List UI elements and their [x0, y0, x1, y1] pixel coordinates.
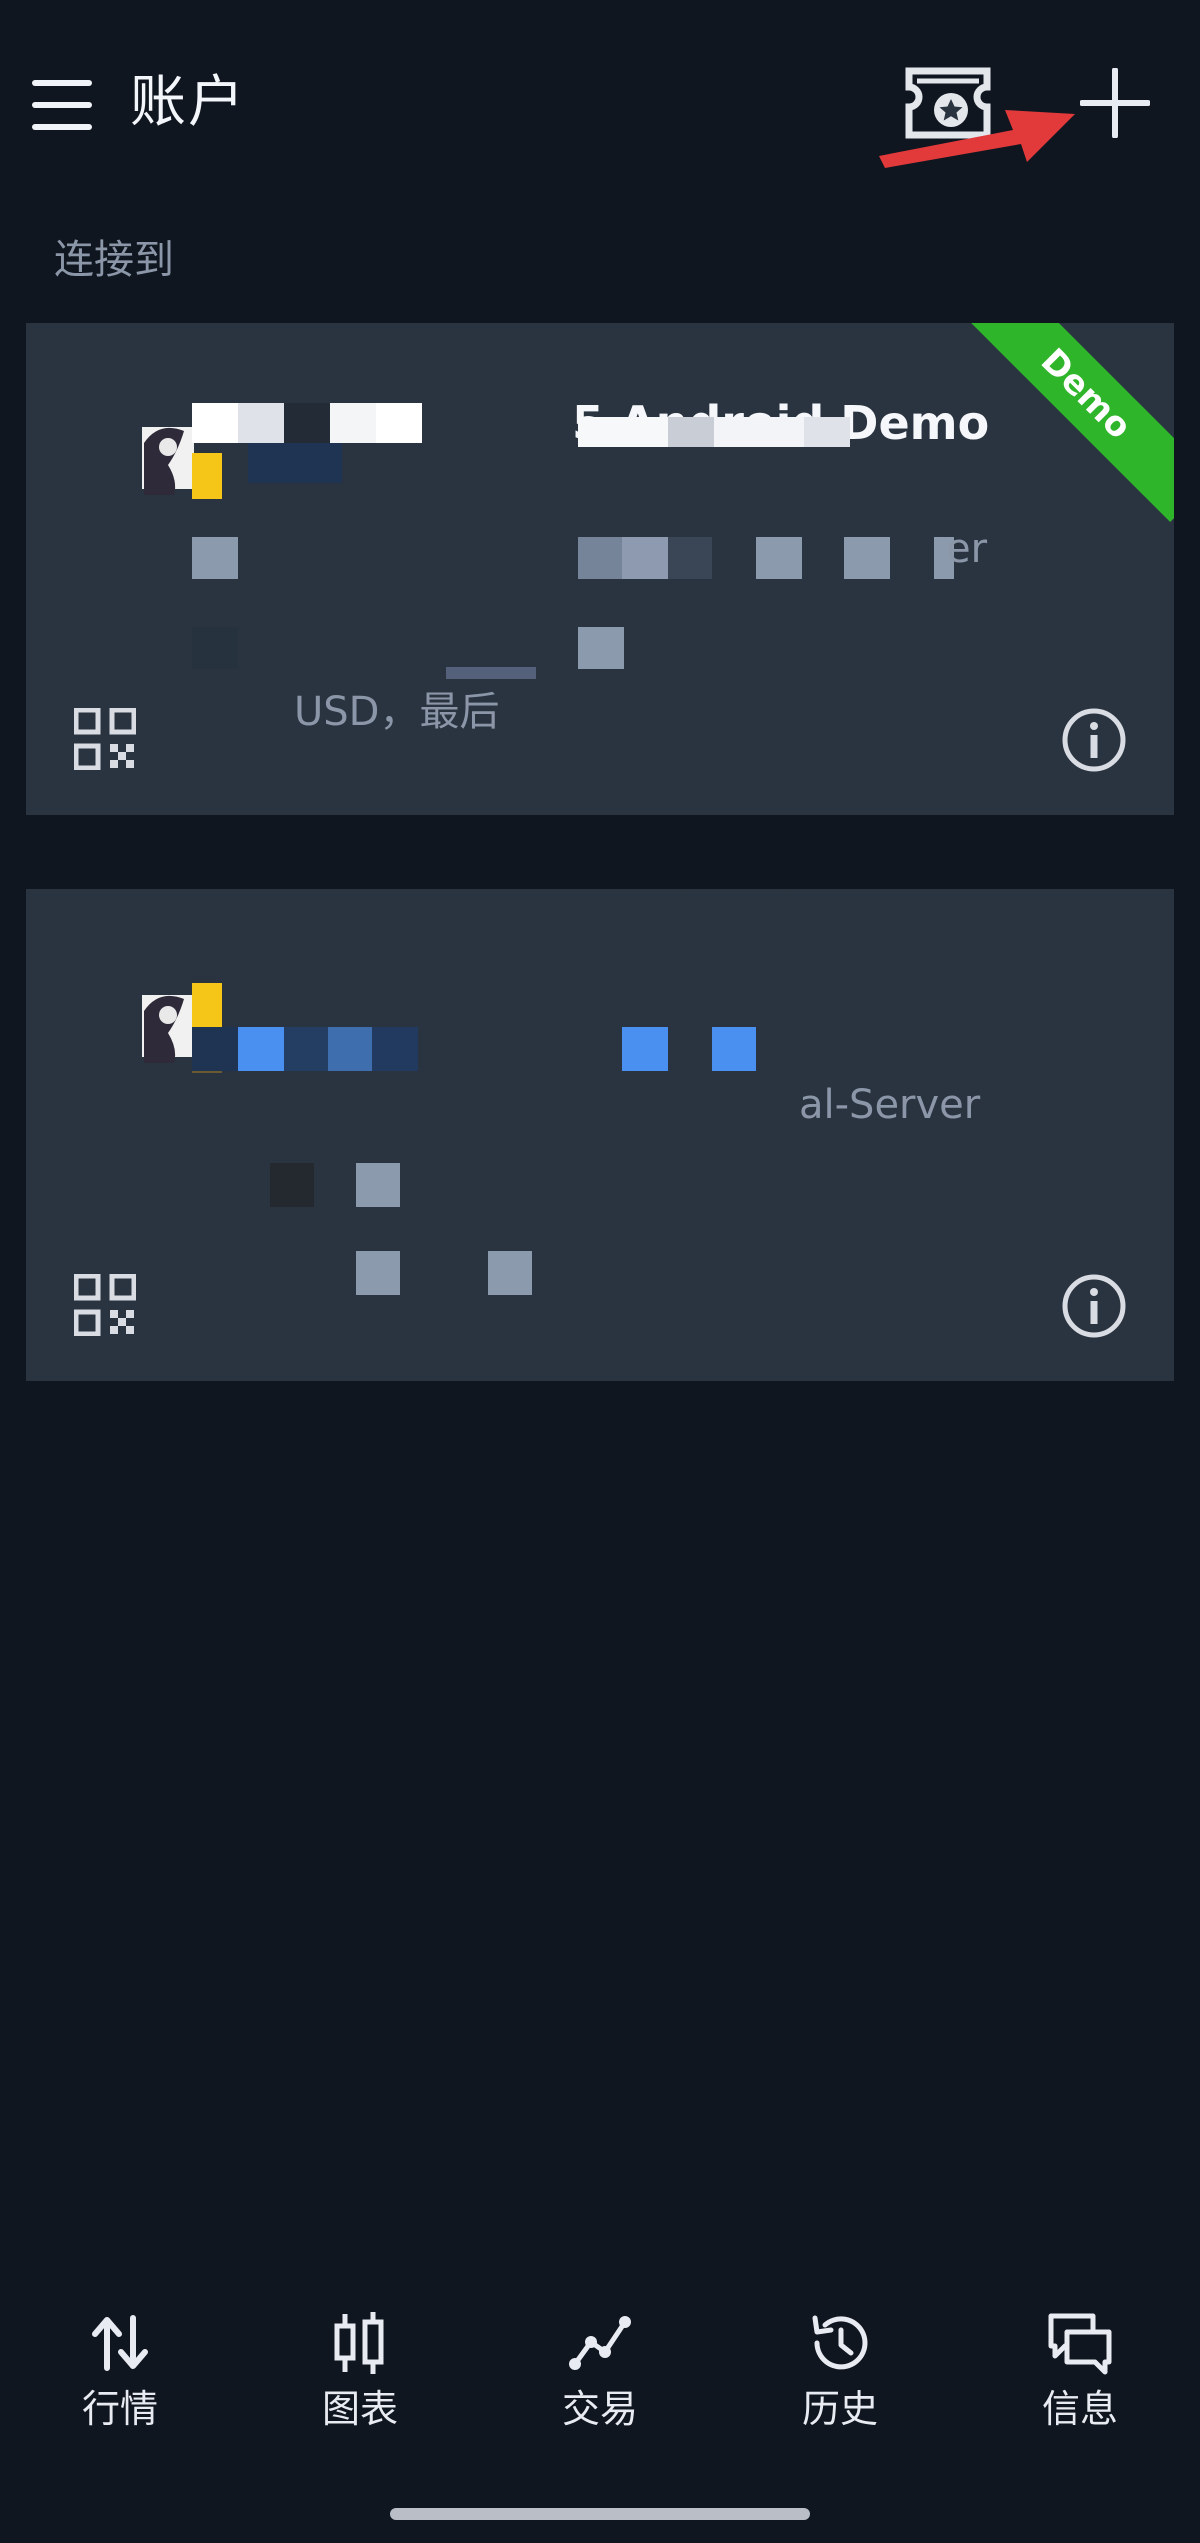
home-indicator[interactable]: [390, 2508, 810, 2520]
nav-trade[interactable]: 交易: [510, 2310, 690, 2470]
nav-label: 历史: [801, 2387, 878, 2431]
nav-quotes[interactable]: 行情: [30, 2310, 210, 2470]
redacted-block: [238, 1027, 284, 1071]
redacted-block: [578, 417, 668, 447]
ticket-star-icon[interactable]: [903, 63, 993, 143]
redacted-block: [284, 403, 330, 443]
redacted-block: [376, 403, 422, 443]
add-account-plus-icon[interactable]: [1079, 67, 1151, 139]
hamburger-menu-icon[interactable]: [32, 80, 96, 130]
redacted-block: [330, 403, 376, 443]
nav-label: 图表: [321, 2387, 398, 2431]
redacted-block: [668, 417, 714, 447]
trade-line-icon: [567, 2310, 633, 2376]
chart-candles-icon: [327, 2310, 393, 2376]
redacted-block: [804, 417, 850, 447]
info-icon[interactable]: [1061, 707, 1127, 773]
redacted-block: [668, 537, 712, 579]
nav-history[interactable]: 历史: [750, 2310, 930, 2470]
redacted-block: [328, 1027, 372, 1071]
redacted-block: [714, 417, 804, 447]
redacted-block: [284, 1027, 328, 1071]
redacted-block: [192, 537, 238, 579]
account-card-demo[interactable]: Demo 5 Android Demo er USD，最后: [26, 323, 1174, 815]
redacted-block: [756, 537, 802, 579]
demo-badge: Demo: [958, 323, 1174, 522]
redacted-block: [192, 627, 238, 669]
redacted-block: [844, 537, 890, 579]
info-icon[interactable]: [1061, 1273, 1127, 1339]
nav-label: 信息: [1041, 2387, 1118, 2431]
balance-info: USD，最后: [294, 689, 500, 735]
nav-messages[interactable]: 信息: [990, 2310, 1170, 2470]
qr-code-icon[interactable]: [73, 707, 137, 771]
redacted-block: [488, 1251, 532, 1295]
redacted-block: [238, 403, 284, 443]
redacted-block: [578, 537, 622, 579]
quotes-arrows-icon: [87, 2310, 153, 2376]
redacted-block: [446, 667, 536, 679]
redacted-block: [356, 1163, 400, 1207]
bottom-navigation: 行情 图表 交易 历史 信息: [0, 2310, 1200, 2470]
redacted-block: [578, 627, 624, 669]
history-clock-icon: [807, 2310, 873, 2376]
redacted-block: [356, 1251, 400, 1295]
connected-to-label: 连接到: [54, 237, 174, 283]
page-title: 账户: [130, 70, 246, 135]
server-name: er: [946, 526, 988, 572]
nav-charts[interactable]: 图表: [270, 2310, 450, 2470]
top-app-bar: 账户: [0, 0, 1200, 210]
redacted-block: [372, 1027, 418, 1071]
redacted-block: [192, 1027, 238, 1071]
redacted-block: [622, 1027, 668, 1071]
redacted-block: [192, 403, 238, 443]
nav-label: 交易: [561, 2387, 638, 2431]
redacted-block: [248, 443, 342, 483]
server-name: al-Server: [799, 1082, 981, 1128]
qr-code-icon[interactable]: [73, 1273, 137, 1337]
redacted-block: [622, 537, 668, 579]
nav-label: 行情: [81, 2387, 158, 2431]
messages-bubbles-icon: [1047, 2310, 1113, 2376]
redacted-block: [270, 1163, 314, 1207]
redacted-block: [712, 1027, 756, 1071]
account-card-real[interactable]: al-Server: [26, 889, 1174, 1381]
